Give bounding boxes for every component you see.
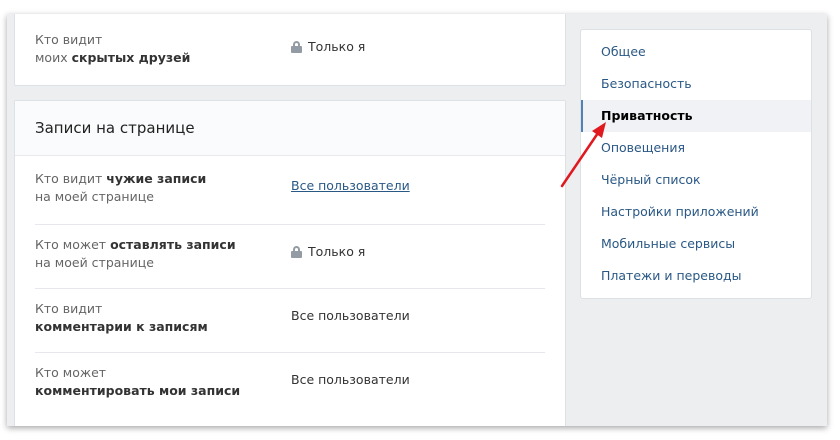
- menu-item-security[interactable]: Безопасность: [581, 68, 811, 100]
- wall-posts-section: Записи на странице Кто видит чужие запис…: [14, 100, 566, 426]
- setting-row-comment-posts: Кто может комментировать мои записи Все …: [15, 351, 565, 415]
- setting-label: Кто может оставлять записи на моей стран…: [35, 237, 236, 270]
- setting-value-dropdown[interactable]: Только я: [291, 244, 365, 259]
- menu-item-blacklist[interactable]: Чёрный список: [581, 164, 811, 196]
- setting-value-dropdown[interactable]: Все пользователи: [291, 178, 410, 193]
- menu-item-notifications[interactable]: Оповещения: [581, 132, 811, 164]
- red-arrow-annotation: [560, 122, 606, 188]
- setting-value-dropdown[interactable]: Все пользователи: [291, 308, 410, 323]
- menu-item-app-settings[interactable]: Настройки приложений: [581, 196, 811, 228]
- setting-label: Кто видит комментарии к записям: [35, 301, 208, 334]
- menu-item-mobile-services[interactable]: Мобильные сервисы: [581, 228, 811, 260]
- setting-row-leave-posts: Кто может оставлять записи на моей стран…: [15, 223, 565, 287]
- settings-window: Кто видит моих скрытых друзей Только я З…: [7, 14, 827, 426]
- section-header: Записи на странице: [15, 101, 565, 156]
- menu-item-general[interactable]: Общее: [581, 36, 811, 68]
- lock-icon: [291, 40, 302, 53]
- lock-icon: [291, 245, 302, 258]
- setting-label: Кто видит моих скрытых друзей: [35, 32, 191, 65]
- hidden-friends-card: Кто видит моих скрытых друзей Только я: [14, 14, 566, 86]
- setting-label: Кто может комментировать мои записи: [35, 365, 241, 398]
- setting-row-others-posts: Кто видит чужие записи на моей странице …: [15, 157, 565, 221]
- menu-item-privacy[interactable]: Приватность: [581, 100, 811, 132]
- menu-item-payments[interactable]: Платежи и переводы: [581, 260, 811, 292]
- settings-menu: Общее Безопасность Приватность Оповещени…: [580, 29, 812, 299]
- section-title: Записи на странице: [35, 119, 195, 137]
- setting-row-see-comments: Кто видит комментарии к записям Все поль…: [15, 287, 565, 351]
- setting-row-hidden-friends: Кто видит моих скрытых друзей Только я: [15, 18, 565, 82]
- setting-value-dropdown[interactable]: Только я: [291, 39, 365, 54]
- setting-value-dropdown[interactable]: Все пользователи: [291, 372, 410, 387]
- setting-label: Кто видит чужие записи на моей странице: [35, 171, 207, 204]
